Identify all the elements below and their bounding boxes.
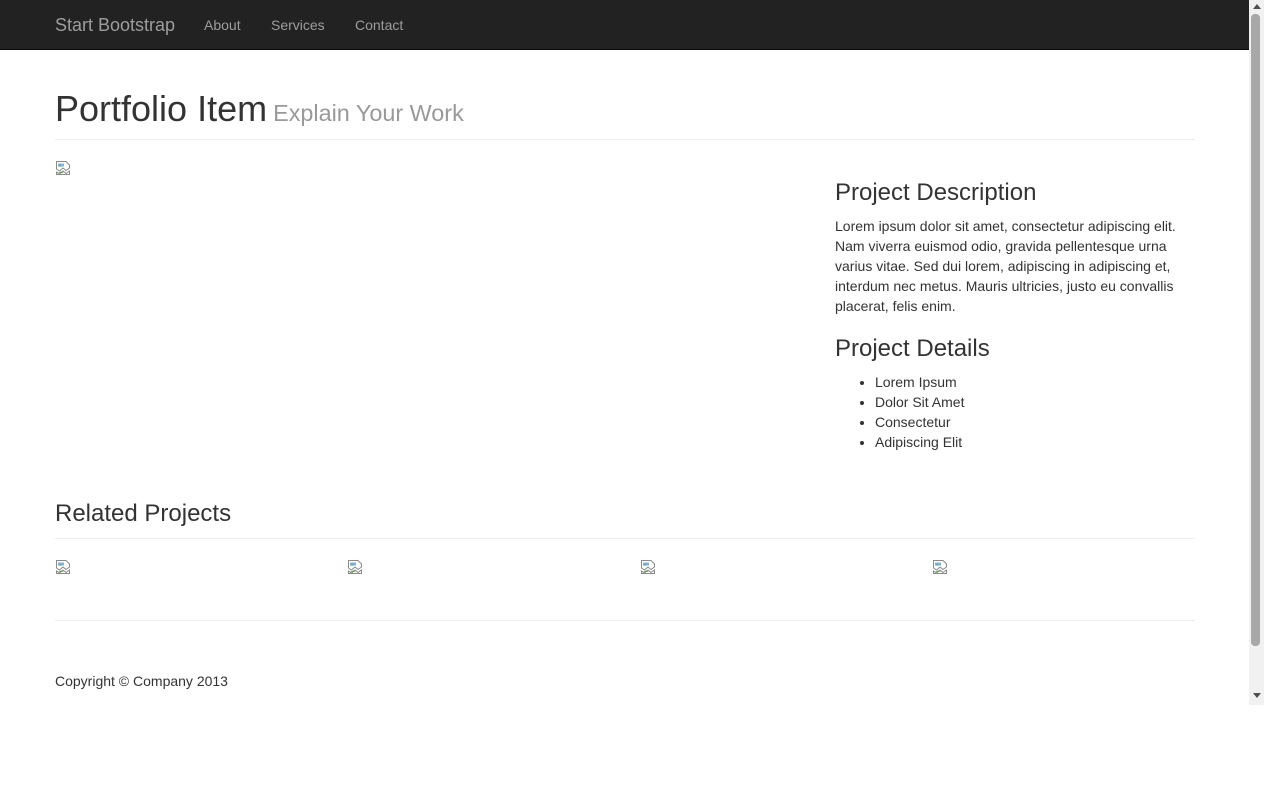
page-title-text: Portfolio Item — [55, 88, 268, 129]
footer-copyright: Copyright © Company 2013 — [55, 673, 228, 689]
page-header: Portfolio Item Explain Your Work — [55, 86, 1195, 140]
related-projects-heading: Related Projects — [55, 500, 232, 527]
project-description-heading: Project Description — [835, 179, 1037, 206]
broken-image-icon[interactable] — [932, 559, 948, 575]
nav-link-contact[interactable]: Contact — [355, 15, 403, 35]
list-item: Adipiscing Elit — [875, 432, 964, 452]
navbar-brand[interactable]: Start Bootstrap — [55, 15, 175, 35]
broken-image-icon[interactable] — [347, 559, 363, 575]
scroll-down-arrow-icon[interactable] — [1253, 693, 1261, 698]
nav-link-about[interactable]: About — [204, 15, 241, 35]
list-item: Lorem Ipsum — [875, 372, 964, 392]
scrollbar-thumb[interactable] — [1251, 14, 1260, 646]
broken-image-icon[interactable] — [640, 559, 656, 575]
list-item: Dolor Sit Amet — [875, 392, 964, 412]
navbar: Start Bootstrap About Services Contact — [0, 0, 1249, 50]
project-description-text: Lorem ipsum dolor sit amet, consectetur … — [835, 218, 1176, 314]
broken-image-icon[interactable] — [55, 559, 71, 575]
scroll-up-arrow-icon[interactable] — [1253, 4, 1261, 9]
project-details-heading: Project Details — [835, 335, 990, 362]
nav-link-services[interactable]: Services — [271, 15, 325, 35]
related-projects-header: Related Projects — [55, 498, 1195, 539]
page-title: Portfolio Item Explain Your Work — [55, 89, 464, 133]
broken-image-icon — [56, 161, 70, 175]
project-details-list: Lorem Ipsum Dolor Sit Amet Consectetur A… — [835, 372, 964, 452]
page-subtitle: Explain Your Work — [273, 100, 464, 126]
list-item: Consectetur — [875, 412, 964, 432]
footer-divider — [55, 620, 1195, 621]
